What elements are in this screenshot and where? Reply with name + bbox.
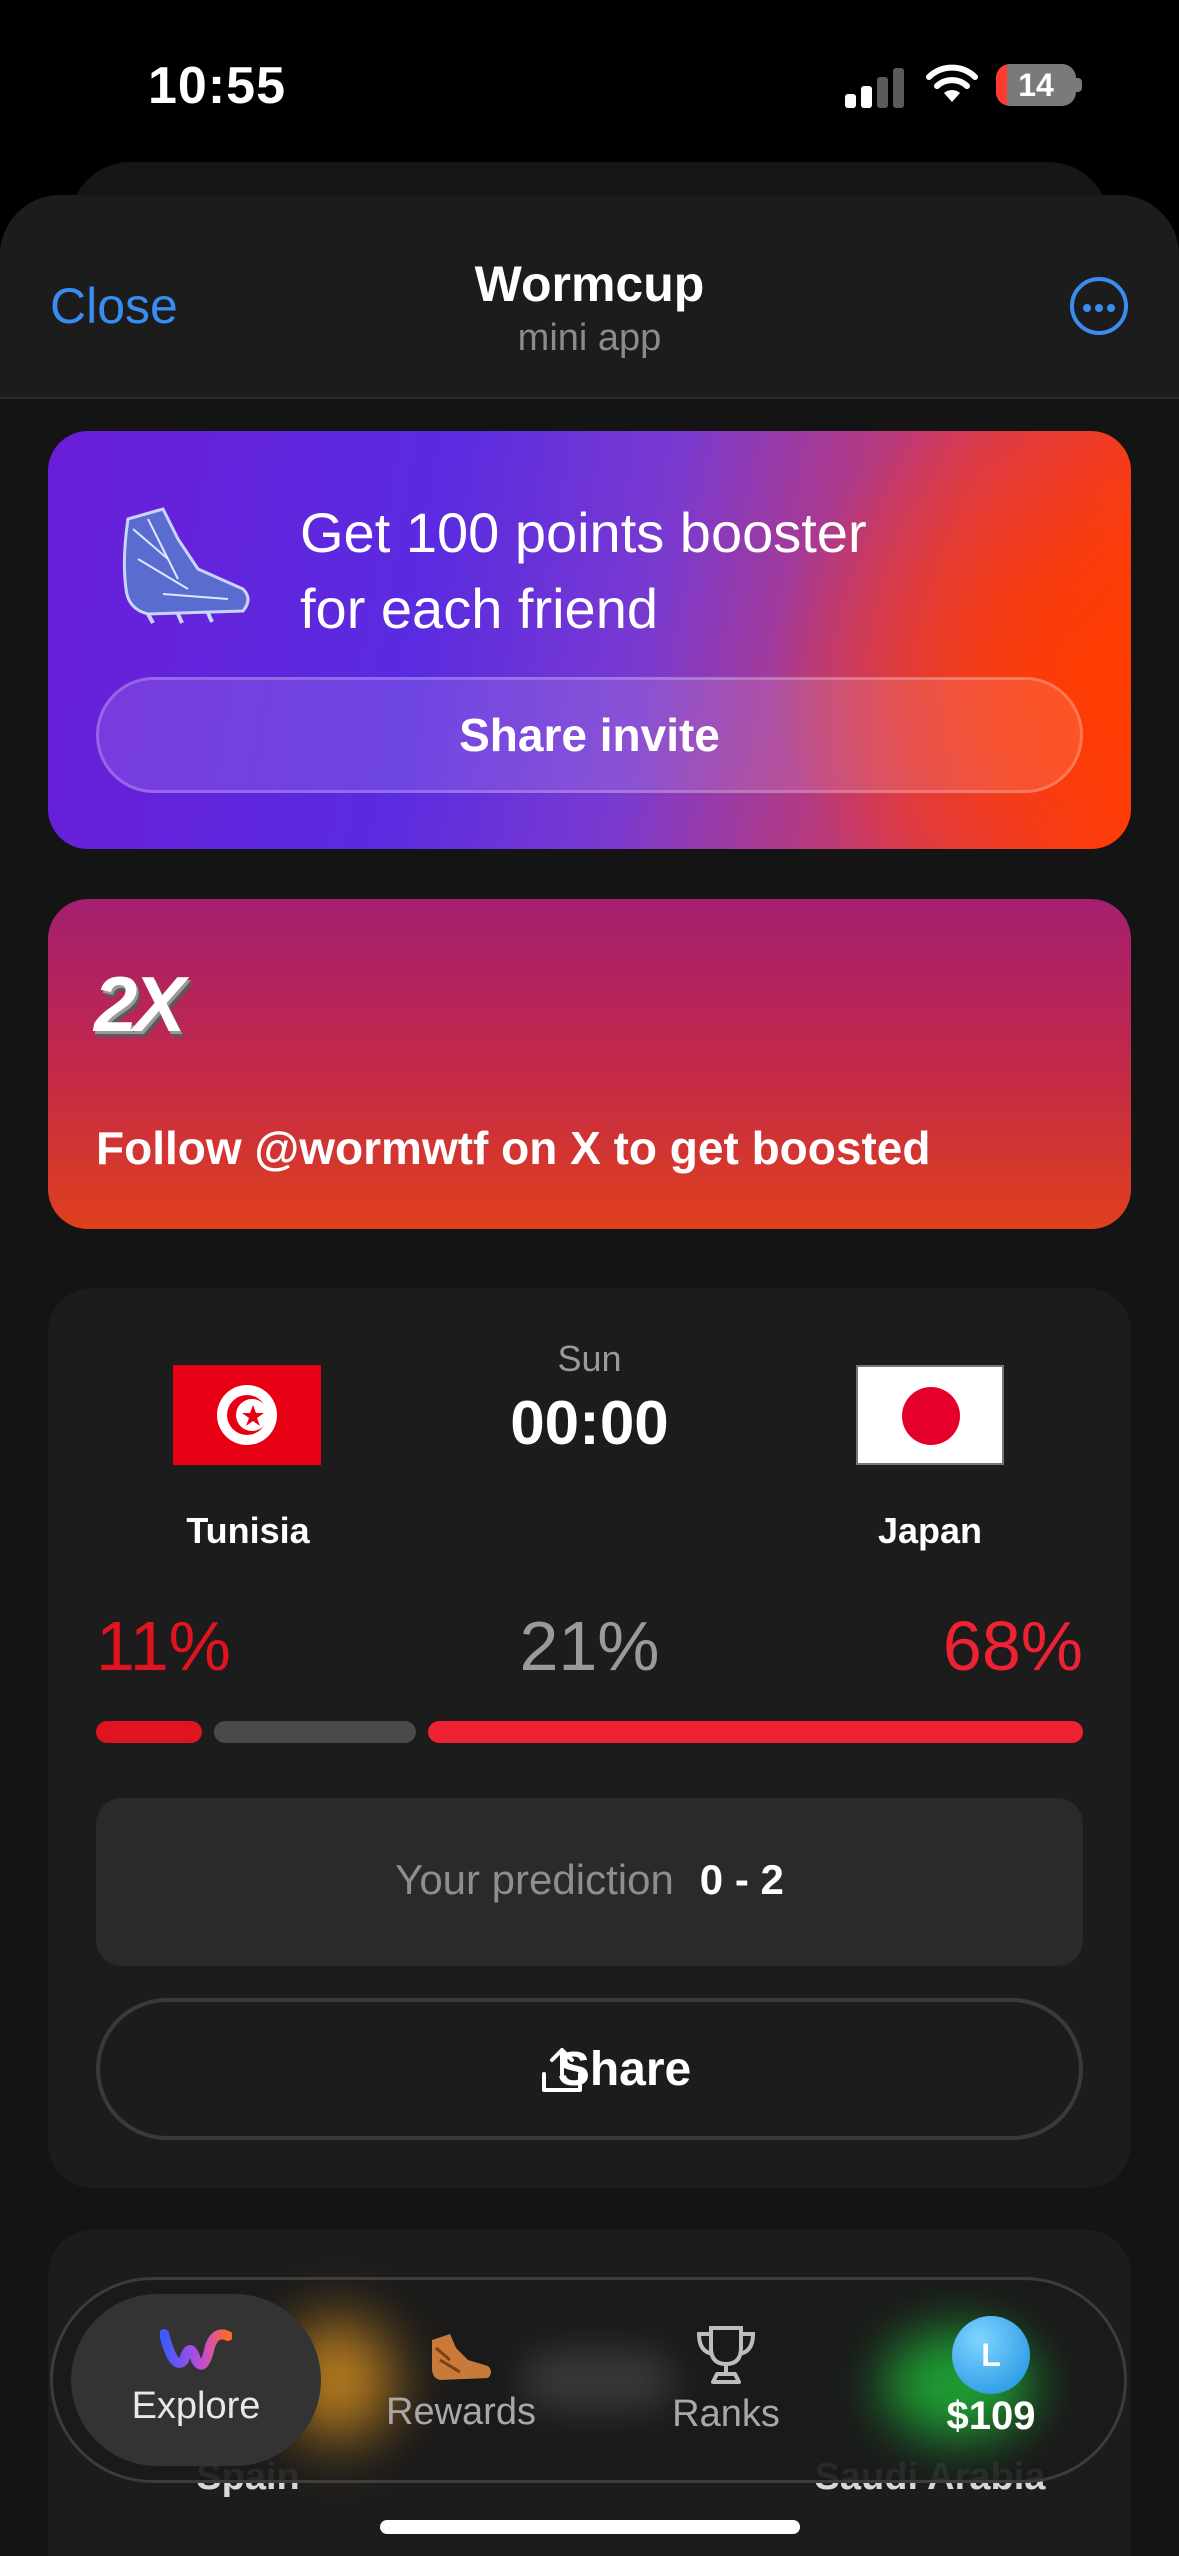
invite-title-line-2: for each friend — [300, 577, 658, 640]
invite-card: Get 100 points booster for each friend S… — [48, 431, 1131, 849]
wallet-balance: $109 — [946, 2394, 1036, 2438]
prediction-score: 0 - 2 — [699, 1856, 784, 1903]
tab-wallet[interactable]: L $109 — [871, 2316, 1111, 2439]
match-day: Sun — [557, 1338, 622, 1379]
tab-explore-label: Explore — [131, 2385, 261, 2427]
app-title: Wormcup — [474, 256, 705, 312]
football-boot-icon — [122, 507, 250, 624]
tab-ranks-label: Ranks — [672, 2393, 780, 2435]
trophy-icon — [696, 2326, 756, 2384]
share-label: Share — [100, 2042, 1079, 2097]
away-win-percent: 68% — [942, 1607, 1083, 1685]
app-subtitle: mini app — [517, 317, 662, 359]
tab-rewards-label: Rewards — [386, 2391, 536, 2433]
prediction-row: Your prediction 0 - 2 — [96, 1856, 1083, 1904]
mini-app-sheet: Close Wormcup mini app Get 100 points bo… — [0, 195, 1179, 2556]
more-options-button[interactable] — [1070, 277, 1128, 335]
avatar: L — [952, 2316, 1030, 2394]
match-card: Tunisia Japan Sun 00:00 11% 21% 68% Your… — [48, 1288, 1131, 2188]
invite-title-line-1: Get 100 points booster — [300, 501, 867, 564]
cellular-signal-icon — [845, 68, 904, 108]
boot-icon — [432, 2334, 491, 2380]
home-probability-bar — [96, 1721, 202, 1743]
bottom-tab-bar: Explore Rewards Ranks L $109 — [50, 2277, 1127, 2483]
boost-multiplier: 2X — [94, 960, 185, 1048]
tab-rewards[interactable]: Rewards — [341, 2326, 581, 2434]
home-indicator[interactable] — [380, 2520, 800, 2534]
sheet-header: Close Wormcup mini app — [0, 195, 1179, 399]
worm-logo-icon — [159, 2329, 233, 2370]
share-invite-button[interactable]: Share invite — [96, 677, 1083, 793]
home-team-name: Tunisia — [186, 1510, 310, 1551]
share-button[interactable]: Share — [96, 1998, 1083, 2140]
wifi-icon — [926, 64, 978, 102]
share-label-text: Share — [557, 2043, 692, 2096]
status-time: 10:55 — [148, 57, 286, 115]
battery-level: 14 — [1018, 67, 1054, 103]
battery-cap — [1076, 78, 1082, 92]
follow-text: Follow @wormwtf on X to get boosted — [96, 1122, 931, 1174]
tab-explore[interactable]: Explore — [76, 2320, 316, 2428]
invite-title: Get 100 points booster for each friend — [300, 495, 1000, 647]
away-team-name: Japan — [877, 1510, 983, 1551]
draw-probability-bar — [213, 1721, 417, 1743]
battery-icon: 14 — [996, 64, 1076, 106]
kickoff-time: 00:00 — [510, 1389, 669, 1458]
follow-boost-card[interactable]: 2X Follow @wormwtf on X to get boosted — [48, 899, 1131, 1229]
tab-ranks[interactable]: Ranks — [606, 2324, 846, 2436]
prediction-box[interactable]: Your prediction 0 - 2 — [96, 1798, 1083, 1966]
prediction-label: Your prediction — [395, 1856, 674, 1903]
away-probability-bar — [428, 1721, 1083, 1743]
